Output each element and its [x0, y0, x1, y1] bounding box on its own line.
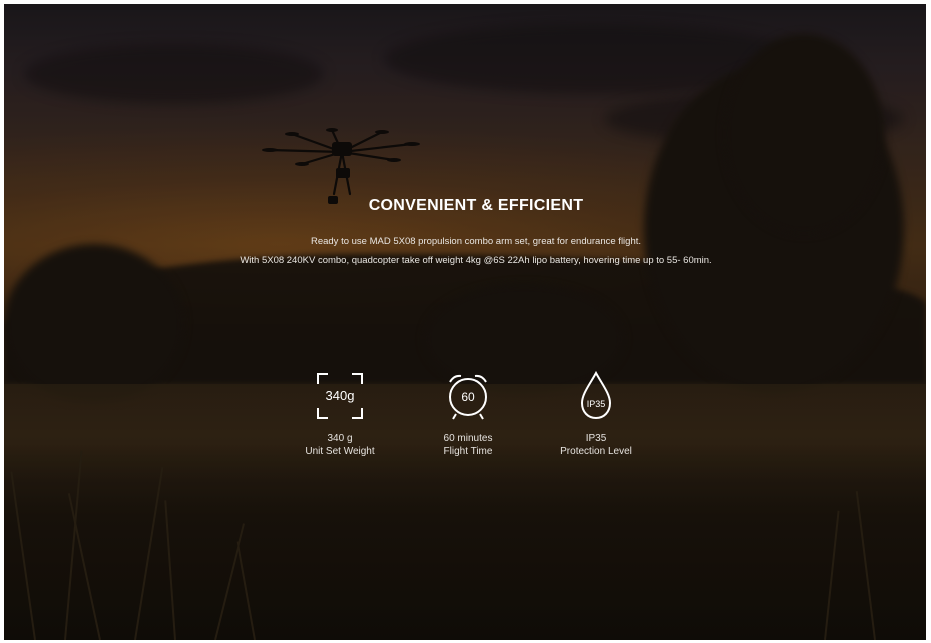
weight-frame-icon: 340g [317, 373, 363, 419]
feature-label: Protection Level [560, 446, 632, 457]
feature-weight: 340g 340 g Unit Set Weight [280, 370, 400, 458]
svg-text:IP35: IP35 [587, 399, 606, 409]
hero-section [4, 4, 926, 640]
feature-label: Unit Set Weight [305, 446, 375, 457]
feature-value: IP35 [585, 433, 607, 444]
section-title: CONVENIENT & EFFICIENT [368, 197, 584, 214]
svg-text:340g: 340g [326, 388, 355, 403]
alarm-clock-icon: 60 [449, 374, 487, 420]
section-description: With 5X08 240KV combo, quadcopter take o… [240, 255, 712, 266]
section-description: Ready to use MAD 5X08 propulsion combo a… [310, 236, 642, 247]
feature-flight-time: 60 60 minutes Flight Time [408, 370, 528, 458]
feature-value: 60 minutes [443, 433, 493, 444]
water-drop-icon: IP35 [580, 370, 612, 420]
feature-protection: IP35 IP35 Protection Level [536, 370, 656, 458]
svg-text:60: 60 [461, 390, 475, 404]
feature-value: 340 g [327, 433, 353, 444]
feature-label: Flight Time [443, 446, 493, 457]
dark-overlay [4, 4, 926, 640]
